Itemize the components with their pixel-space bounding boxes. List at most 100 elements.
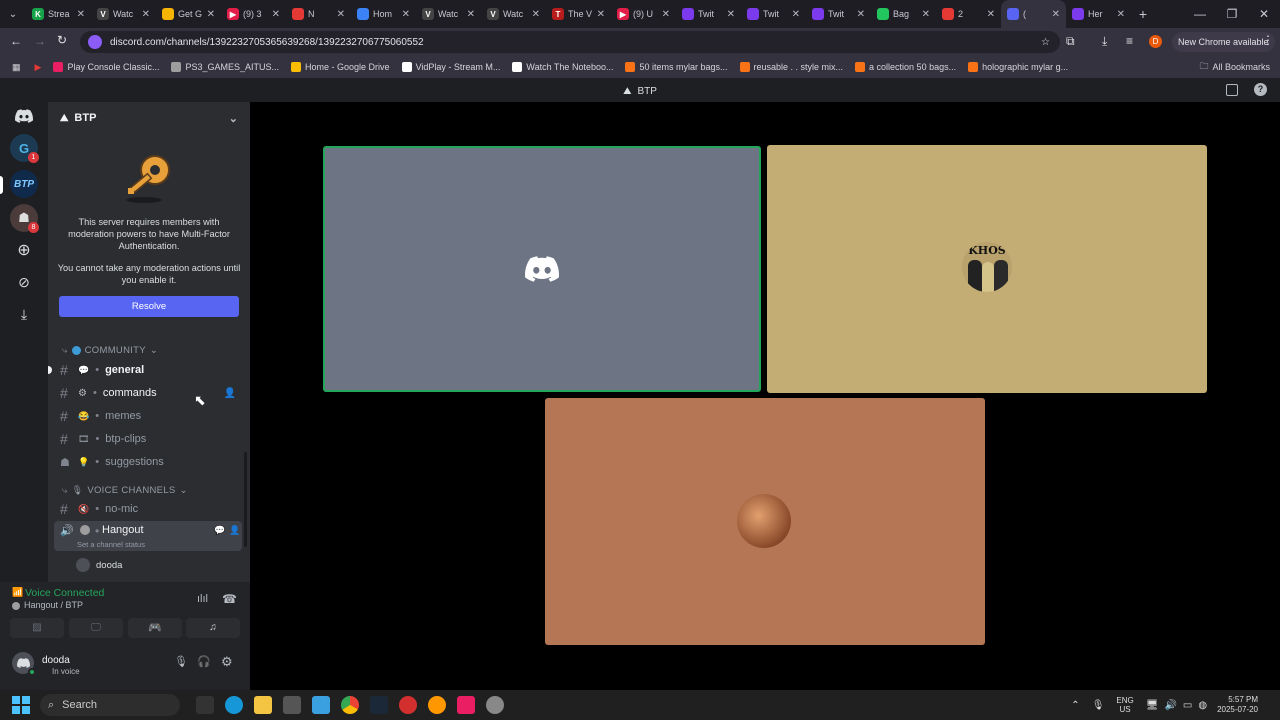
camera-button[interactable]: ▨ xyxy=(10,618,64,638)
clock[interactable]: 5:57 PM 2025-07-20 xyxy=(1217,695,1258,715)
browser-tab[interactable]: Get G ✕ xyxy=(156,0,221,28)
browser-tab[interactable]: Bag ✕ xyxy=(871,0,936,28)
channel-status[interactable]: Set a channel status xyxy=(77,540,145,549)
tab-close-icon[interactable]: ✕ xyxy=(727,9,735,20)
channel-memes[interactable]: # 😂 • memes xyxy=(54,406,242,426)
video-tile-khos[interactable]: KHOS xyxy=(767,145,1207,393)
close-window-icon[interactable]: ✕ xyxy=(1248,7,1280,21)
bookmark-item[interactable]: Play Console Classic... xyxy=(47,62,165,72)
chrome-menu-icon[interactable]: ⋮ xyxy=(1262,33,1274,47)
tray-volume-icon[interactable]: 🔊 xyxy=(1164,700,1176,711)
tab-close-icon[interactable]: ✕ xyxy=(142,9,150,20)
channel-no-mic[interactable]: # 🔇 • no-mic xyxy=(54,499,242,519)
tab-close-icon[interactable]: ✕ xyxy=(1117,9,1125,20)
voice-location[interactable]: Hangout / BTP xyxy=(24,600,83,610)
all-bookmarks[interactable]: 🗀 All Bookmarks xyxy=(1193,59,1280,75)
channel-btp-clips[interactable]: # 🎞 • btp-clips xyxy=(54,429,242,449)
taskbar-app-camera-icon[interactable] xyxy=(283,696,301,714)
address-bar[interactable]: discord.com/channels/1392232705365639268… xyxy=(80,31,1060,53)
tab-close-icon[interactable]: ✕ xyxy=(77,9,85,20)
taskbar-search[interactable]: ⌕ Search xyxy=(40,694,180,716)
resolve-button[interactable]: Resolve xyxy=(59,296,239,317)
tab-close-icon[interactable]: ✕ xyxy=(857,9,865,20)
video-tile-user[interactable] xyxy=(545,398,985,645)
channel-commands[interactable]: # ⚙ • commands 👤 xyxy=(54,383,242,403)
browser-tab[interactable]: ▶ (9) U ✕ xyxy=(611,0,676,28)
browser-tab[interactable]: Twit ✕ xyxy=(676,0,741,28)
discover-icon[interactable]: ⊘ xyxy=(10,268,38,296)
taskbar-app-epic-icon[interactable] xyxy=(196,696,214,714)
browser-tab[interactable]: 2 ✕ xyxy=(936,0,1001,28)
soundboard-button[interactable]: ♫ xyxy=(186,618,240,638)
tab-close-icon[interactable]: ✕ xyxy=(207,9,215,20)
channel-general[interactable]: # 💬 • general xyxy=(54,360,242,380)
channel-hangout[interactable]: 🔊 • Hangout Set a channel status 💬 👤 xyxy=(54,521,242,551)
screen-share-button[interactable]: 🖵 xyxy=(69,618,123,638)
deafen-icon[interactable]: 🎧 xyxy=(197,655,211,668)
sidebar-scrollbar[interactable] xyxy=(244,452,247,547)
tab-close-icon[interactable]: ✕ xyxy=(1052,9,1060,20)
browser-tab[interactable]: Her ✕ xyxy=(1066,0,1131,28)
category-voice[interactable]: ⤷ 🎙 VOICE CHANNELS ⌄ xyxy=(62,485,188,496)
taskbar-app-explorer-icon[interactable] xyxy=(254,696,272,714)
browser-tab[interactable]: T The V ✕ xyxy=(546,0,611,28)
chat-icon[interactable]: 💬 xyxy=(214,525,225,536)
server-header[interactable]: ⛰ BTP ⌄ xyxy=(48,102,250,134)
bookmark-item[interactable]: holographic mylar g... xyxy=(962,62,1074,72)
tab-close-icon[interactable]: ✕ xyxy=(532,9,540,20)
taskbar-app-steam-icon[interactable] xyxy=(370,696,388,714)
browser-tab[interactable]: Hom ✕ xyxy=(351,0,416,28)
tray-chevron-icon[interactable]: ⌃ xyxy=(1071,700,1079,711)
taskbar-app-settings-icon[interactable] xyxy=(486,696,504,714)
mute-mic-icon[interactable]: 🎙 xyxy=(174,655,188,668)
noise-suppression-icon[interactable]: ılıl xyxy=(197,593,208,605)
back-icon[interactable]: ← xyxy=(10,34,22,48)
tray-mic-icon[interactable]: 🎙 xyxy=(1092,700,1105,711)
minimize-icon[interactable]: — xyxy=(1184,7,1216,21)
bookmark-item[interactable]: VidPlay - Stream M... xyxy=(396,62,507,72)
discord-home-icon[interactable] xyxy=(10,102,38,130)
bookmark-item[interactable]: PS3_GAMES_AITUS... xyxy=(165,62,285,72)
browser-tab[interactable]: V Watc ✕ xyxy=(481,0,546,28)
bookmark-item[interactable]: a collection 50 bags... xyxy=(849,62,962,72)
maximize-icon[interactable]: ❐ xyxy=(1216,7,1248,21)
taskbar-app-opera-icon[interactable] xyxy=(399,696,417,714)
browser-tab[interactable]: Twit ✕ xyxy=(741,0,806,28)
bookmark-item[interactable]: 50 items mylar bags... xyxy=(619,62,733,72)
language-indicator[interactable]: ENG US xyxy=(1116,696,1133,714)
new-chrome-available[interactable]: New Chrome available xyxy=(1172,32,1275,52)
taskbar-app-edge-icon[interactable] xyxy=(225,696,243,714)
browser-tab[interactable]: (✕ xyxy=(1001,0,1066,28)
apps-icon[interactable]: ▦ xyxy=(0,62,29,73)
invite-icon[interactable]: 👤 xyxy=(229,525,240,536)
tab-close-icon[interactable]: ✕ xyxy=(467,9,475,20)
browser-tab[interactable]: K Strea ✕ xyxy=(26,0,91,28)
tray-network-icon[interactable]: 🖥 xyxy=(1146,700,1159,711)
windows-start-icon[interactable] xyxy=(12,696,30,714)
taskbar-app-photos-icon[interactable] xyxy=(312,696,330,714)
voice-connected-label[interactable]: Voice Connected xyxy=(25,587,104,599)
browser-tab[interactable]: ▶ (9) 3 ✕ xyxy=(221,0,286,28)
bookmark-youtube-icon[interactable]: ▶ xyxy=(29,62,48,73)
forward-icon[interactable]: → xyxy=(34,34,46,48)
disconnect-icon[interactable]: ☎ xyxy=(222,592,237,606)
tray-battery-icon[interactable]: ▭ xyxy=(1183,700,1192,711)
tab-search-icon[interactable]: ⌄ xyxy=(0,0,26,28)
tab-close-icon[interactable]: ✕ xyxy=(922,9,930,20)
profile-avatar[interactable]: D xyxy=(1149,35,1162,48)
taskbar-app-tiktok-icon[interactable] xyxy=(457,696,475,714)
server-icon-btp[interactable]: BTP xyxy=(10,170,38,198)
tab-close-icon[interactable]: ✕ xyxy=(792,9,800,20)
tray-status-icon[interactable]: ◍ xyxy=(1198,700,1207,711)
site-info-icon[interactable] xyxy=(88,35,102,49)
browser-tab[interactable]: N ✕ xyxy=(286,0,351,28)
category-community[interactable]: ⤷ COMMUNITY ⌄ xyxy=(62,345,158,356)
tab-close-icon[interactable]: ✕ xyxy=(662,9,670,20)
channel-suggestions[interactable]: ☗ 💡 • suggestions xyxy=(54,452,242,472)
voice-member[interactable]: dooda xyxy=(76,556,122,574)
inbox-icon[interactable] xyxy=(1226,84,1238,96)
browser-tab[interactable]: Twit ✕ xyxy=(806,0,871,28)
reload-icon[interactable]: ↻ xyxy=(57,33,67,47)
tab-close-icon[interactable]: ✕ xyxy=(272,9,280,20)
browser-tab[interactable]: V Watc ✕ xyxy=(416,0,481,28)
